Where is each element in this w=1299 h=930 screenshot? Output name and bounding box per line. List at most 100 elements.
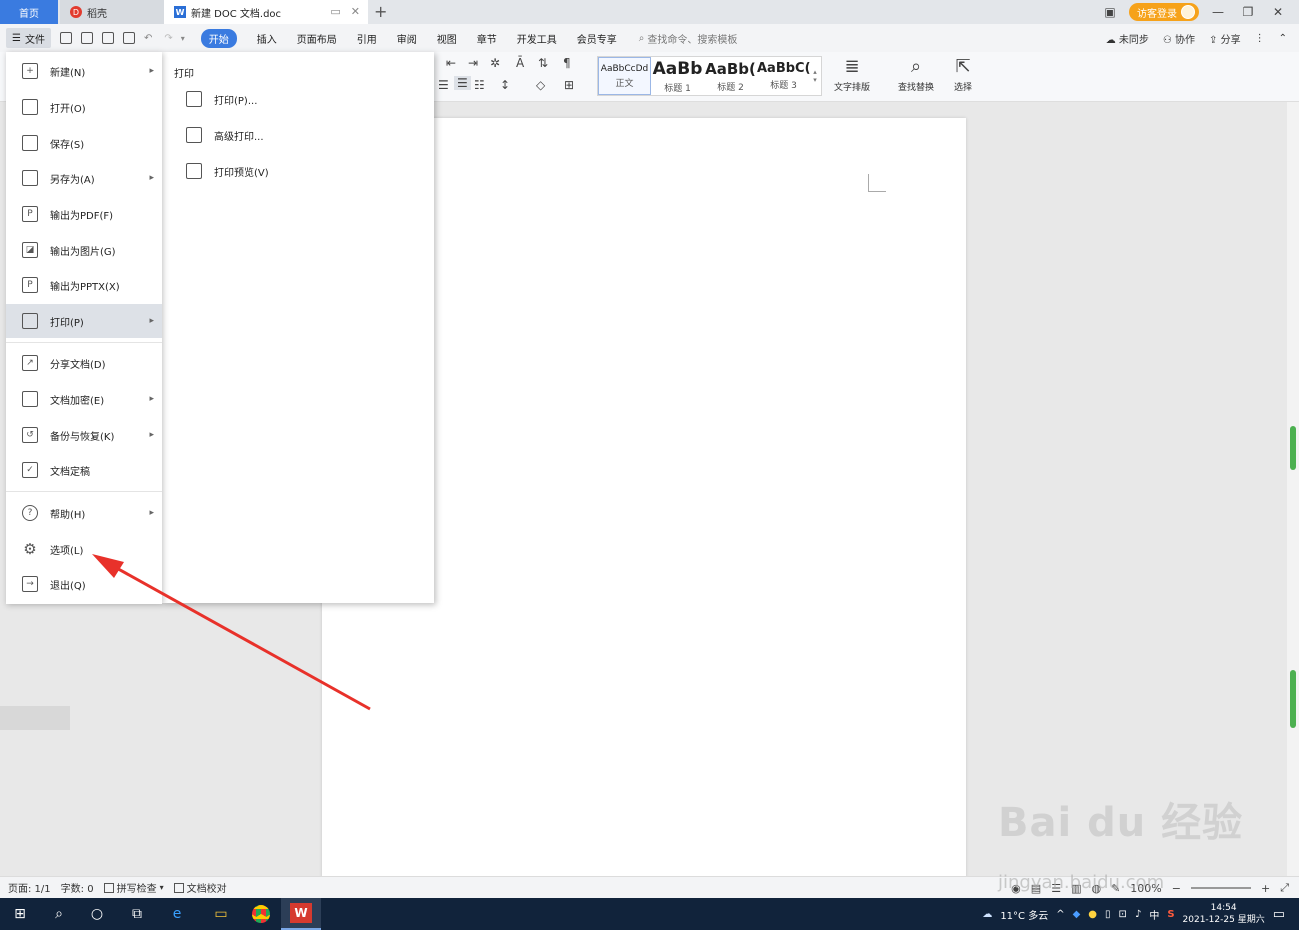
sort-icon[interactable]: ⇅ bbox=[538, 56, 548, 70]
select-button[interactable]: ⇱ 选择 bbox=[954, 56, 972, 93]
style-heading1[interactable]: AaBb 标题 1 bbox=[651, 57, 704, 95]
restore-icon[interactable]: ❐ bbox=[1237, 5, 1259, 19]
zoom-out-icon[interactable]: − bbox=[1172, 882, 1181, 895]
search-icon[interactable]: ⌕ bbox=[49, 904, 69, 924]
chinese-layout-icon[interactable]: ✲ bbox=[490, 56, 500, 70]
sogou-ime-icon[interactable]: S bbox=[1167, 909, 1174, 920]
zoom-in-icon[interactable]: + bbox=[1261, 882, 1270, 895]
menu-item-open[interactable]: 打开(O) bbox=[6, 90, 162, 124]
menu-item-encrypt[interactable]: 文档加密(E) ▸ bbox=[6, 382, 162, 416]
task-view-icon[interactable]: ⧉ bbox=[127, 904, 147, 924]
chevron-down-icon[interactable]: ▾ bbox=[181, 34, 185, 43]
tab-member[interactable]: 会员专享 bbox=[577, 31, 617, 46]
print-item-print[interactable]: 打印(P)... bbox=[162, 84, 434, 114]
preview-quick-icon[interactable] bbox=[122, 32, 135, 44]
menu-item-new[interactable]: + 新建(N) ▸ bbox=[6, 54, 162, 88]
borders-icon[interactable]: ⊞ bbox=[564, 78, 574, 92]
file-menu-button[interactable]: ☰ 文件 bbox=[6, 28, 51, 48]
tab-page-layout[interactable]: 页面布局 bbox=[297, 31, 337, 46]
menu-item-share[interactable]: ↗ 分享文档(D) bbox=[6, 346, 162, 380]
more-icon[interactable]: ⋮ bbox=[1255, 33, 1265, 44]
text-layout-button[interactable]: ≣ 文字排版 bbox=[834, 56, 870, 93]
menu-item-options[interactable]: ⚙ 选项(L) bbox=[6, 532, 162, 566]
style-heading3[interactable]: AaBbC( 标题 3 bbox=[757, 57, 810, 95]
style-heading2[interactable]: AaBb( 标题 2 bbox=[704, 57, 757, 95]
style-normal[interactable]: AaBbCcDd 正文 bbox=[598, 57, 651, 95]
menu-item-print[interactable]: 打印(P) ▸ bbox=[6, 304, 162, 338]
tab-developer[interactable]: 开发工具 bbox=[517, 31, 557, 46]
text-direction-icon[interactable]: Ā bbox=[516, 56, 524, 70]
tab-docer[interactable]: D 稻壳 bbox=[60, 0, 164, 24]
notification-icon[interactable]: ▭ bbox=[1273, 907, 1285, 922]
clock[interactable]: 14:54 2021-12-25 星期六 bbox=[1183, 902, 1265, 926]
layout-icon[interactable]: ▣ bbox=[1099, 5, 1121, 19]
menu-item-help[interactable]: ? 帮助(H) ▸ bbox=[6, 496, 162, 530]
tab-review[interactable]: 审阅 bbox=[397, 31, 417, 46]
align-center-icon[interactable]: ☰ bbox=[438, 78, 449, 92]
menu-item-save-as[interactable]: 另存为(A) ▸ bbox=[6, 161, 162, 195]
file-explorer-icon[interactable]: ▭ bbox=[211, 904, 231, 924]
collapse-ribbon-icon[interactable]: ⌃ bbox=[1279, 33, 1287, 44]
style-gallery-scroll[interactable]: ▴ ▾ bbox=[810, 57, 820, 95]
tray-app-icon[interactable]: ◆ bbox=[1073, 909, 1081, 920]
cortana-icon[interactable]: ○ bbox=[87, 904, 107, 924]
fullscreen-icon[interactable]: ⤢ bbox=[1280, 881, 1289, 895]
ime-indicator[interactable]: 中 bbox=[1149, 907, 1159, 922]
find-replace-button[interactable]: ⌕ 查找替换 bbox=[898, 56, 934, 93]
undo-icon[interactable]: ↶ bbox=[144, 33, 152, 44]
new-tab-button[interactable]: + bbox=[374, 2, 387, 21]
menu-item-exit[interactable]: → 退出(Q) bbox=[6, 567, 162, 601]
guest-login-button[interactable]: 访客登录 bbox=[1129, 3, 1199, 21]
volume-icon[interactable]: ♪ bbox=[1135, 909, 1141, 920]
wps-taskbar-button[interactable]: W bbox=[281, 898, 321, 930]
minimize-icon[interactable]: — bbox=[1207, 5, 1229, 19]
menu-item-backup[interactable]: ↺ 备份与恢复(K) ▸ bbox=[6, 418, 162, 452]
menu-item-export-pptx[interactable]: P 输出为PPTX(X) bbox=[6, 268, 162, 302]
sync-status[interactable]: ☁ 未同步 bbox=[1106, 31, 1149, 46]
show-marks-icon[interactable]: ¶ bbox=[563, 56, 571, 70]
print-quick-icon[interactable] bbox=[101, 32, 114, 44]
menu-item-finalize[interactable]: ✓ 文档定稿 bbox=[6, 453, 162, 487]
vertical-scrollbar[interactable] bbox=[1287, 102, 1299, 876]
tab-document[interactable]: W 新建 DOC 文档.doc ▭ ✕ bbox=[164, 0, 368, 24]
collaborate-button[interactable]: ⚇ 协作 bbox=[1163, 31, 1195, 46]
tray-expand-icon[interactable]: ^ bbox=[1056, 909, 1064, 920]
tab-home[interactable]: 首页 bbox=[0, 0, 58, 24]
tab-start[interactable]: 开始 bbox=[200, 28, 237, 48]
menu-item-export-pdf[interactable]: P 输出为PDF(F) bbox=[6, 197, 162, 231]
page-count[interactable]: 页面: 1/1 bbox=[8, 880, 51, 895]
network-icon[interactable]: ⊡ bbox=[1119, 909, 1127, 920]
windows-start-icon[interactable]: ⊞ bbox=[10, 904, 30, 924]
export-quick-icon[interactable] bbox=[80, 32, 93, 44]
ie-browser-icon[interactable]: e bbox=[167, 904, 187, 924]
close-tab-icon[interactable]: ✕ bbox=[351, 5, 360, 18]
print-item-advanced[interactable]: 高级打印... bbox=[162, 120, 434, 150]
battery-icon[interactable]: ▯ bbox=[1105, 909, 1111, 920]
tab-view[interactable]: 视图 bbox=[437, 31, 457, 46]
print-item-preview[interactable]: 打印预览(V) bbox=[162, 156, 434, 186]
spell-check-button[interactable]: 拼写检查 ▾ bbox=[103, 880, 164, 895]
scroll-thumb-lower[interactable] bbox=[1290, 670, 1296, 728]
tab-insert[interactable]: 插入 bbox=[257, 31, 277, 46]
shading-icon[interactable]: ◇ bbox=[536, 78, 545, 92]
command-search[interactable]: ⌕ 查找命令、搜索模板 bbox=[639, 31, 738, 46]
tray-app-icon-2[interactable]: ● bbox=[1088, 909, 1097, 920]
pin-tab-icon[interactable]: ▭ bbox=[330, 5, 340, 18]
distributed-icon[interactable]: ☷ bbox=[474, 78, 485, 92]
chrome-icon[interactable] bbox=[251, 904, 271, 924]
weather-text[interactable]: 11°C 多云 bbox=[1000, 907, 1048, 922]
justify-icon[interactable]: ☰ bbox=[454, 76, 471, 90]
indent-decrease-icon[interactable]: ⇤ bbox=[446, 56, 456, 70]
close-window-icon[interactable]: ✕ bbox=[1267, 5, 1289, 19]
share-button[interactable]: ⇪ 分享 bbox=[1209, 31, 1241, 46]
tab-references[interactable]: 引用 bbox=[357, 31, 377, 46]
word-count[interactable]: 字数: 0 bbox=[61, 880, 94, 895]
proofread-button[interactable]: 文档校对 bbox=[173, 880, 227, 895]
zoom-slider[interactable] bbox=[1190, 887, 1251, 889]
save-quick-icon[interactable] bbox=[59, 32, 72, 44]
menu-item-save[interactable]: 保存(S) bbox=[6, 126, 162, 160]
menu-item-export-image[interactable]: ◪ 输出为图片(G) bbox=[6, 233, 162, 267]
indent-increase-icon[interactable]: ⇥ bbox=[468, 56, 478, 70]
line-spacing-icon[interactable]: ↕ bbox=[500, 78, 510, 92]
redo-icon[interactable]: ↷ bbox=[164, 33, 172, 44]
